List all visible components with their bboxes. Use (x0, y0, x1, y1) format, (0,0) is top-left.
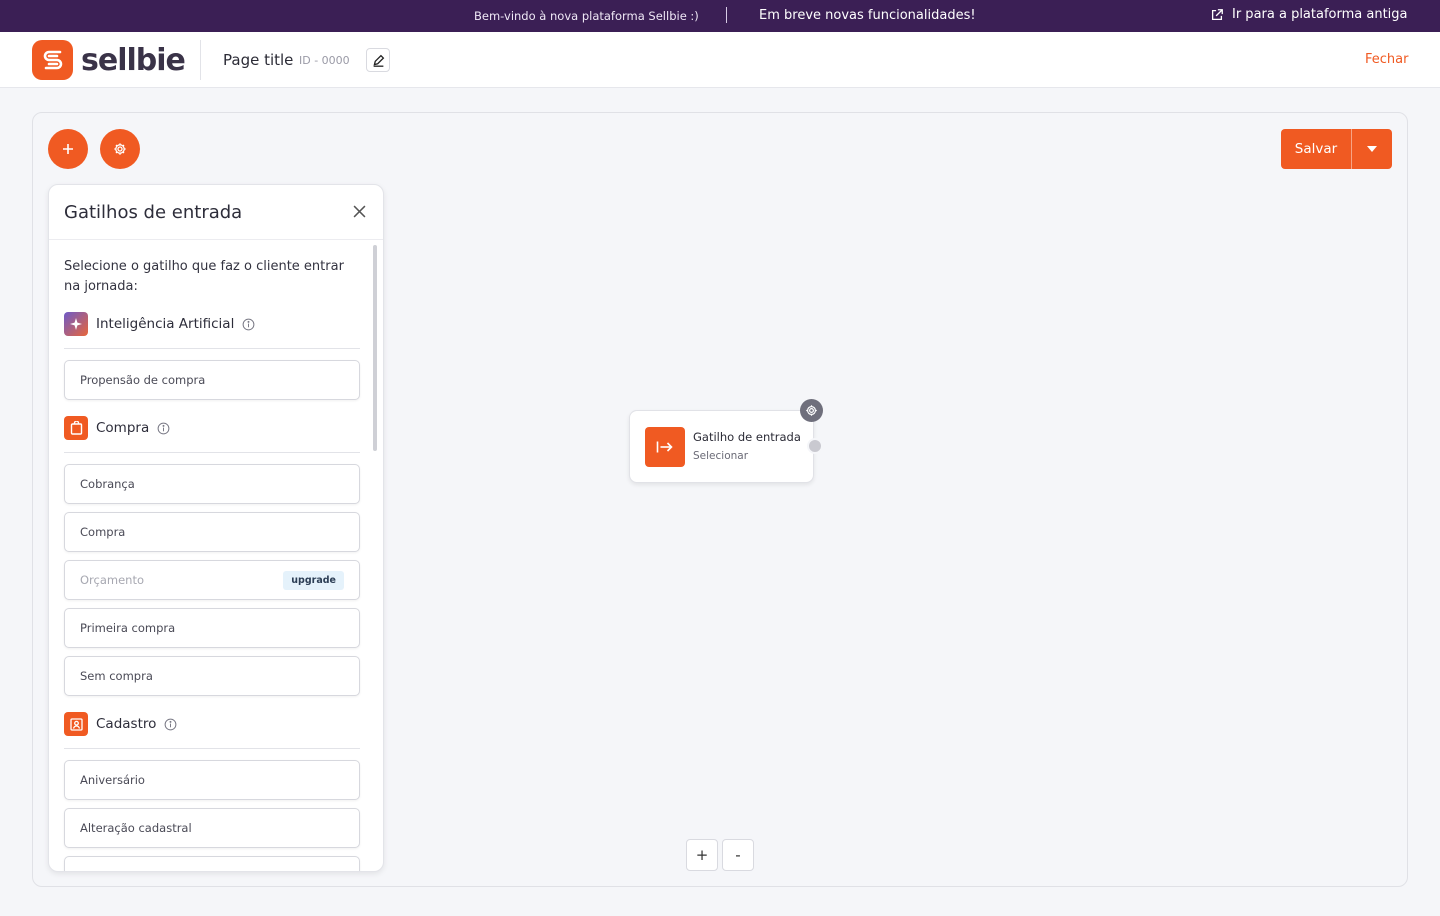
close-icon (353, 205, 365, 217)
section-divider (64, 452, 360, 453)
trigger-option-sem-compra[interactable]: Sem compra (64, 656, 360, 696)
section-label: Compra (96, 420, 150, 436)
section-label: Inteligência Artificial (96, 316, 235, 332)
section-label: Cadastro (96, 716, 157, 732)
page-title: Page title (223, 51, 294, 69)
section-divider (64, 348, 360, 349)
trigger-option-alteracao-cadastral[interactable]: Alteração cadastral (64, 808, 360, 848)
node-title: Gatilho de entrada (693, 430, 801, 444)
panel-scrollbar[interactable] (373, 245, 377, 451)
zoom-out-button[interactable]: - (722, 839, 754, 871)
app-header: sellbie Page title ID - 0000 Fechar (0, 32, 1440, 88)
old-platform-label: Ir para a plataforma antiga (1232, 7, 1408, 22)
option-label: Orçamento (80, 573, 145, 587)
pencil-icon (373, 54, 384, 67)
section-divider (64, 748, 360, 749)
logo-wordmark: sellbie (81, 42, 186, 78)
sparkle-icon (64, 312, 88, 336)
sellbie-logo[interactable]: sellbie (32, 40, 186, 80)
section-compra: Compra (64, 416, 360, 440)
entry-arrow-icon (645, 427, 685, 467)
caret-down-icon (1367, 146, 1377, 152)
external-link-icon (1211, 8, 1223, 20)
trigger-option-orcamento[interactable]: Orçamento upgrade (64, 560, 360, 600)
contact-card-icon (64, 712, 88, 736)
close-link[interactable]: Fechar (1365, 52, 1408, 67)
panel-title: Gatilhos de entrada (64, 202, 243, 223)
section-cadastro: Cadastro (64, 712, 360, 736)
edit-title-button[interactable] (366, 48, 390, 72)
announcement-banner: Bem-vindo à nova plataforma Sellbie :) E… (0, 0, 1440, 32)
panel-divider (49, 239, 383, 240)
info-icon[interactable] (242, 318, 255, 331)
banner-divider (726, 7, 727, 23)
add-node-button[interactable] (48, 129, 88, 169)
trigger-option-cobranca[interactable]: Cobrança (64, 464, 360, 504)
panel-close-button[interactable] (349, 201, 369, 221)
save-options-toggle[interactable] (1351, 129, 1392, 169)
info-icon[interactable] (157, 422, 170, 435)
node-output-port[interactable] (807, 438, 823, 454)
zoom-in-button[interactable]: + (686, 839, 718, 871)
trigger-option-primeira-compra[interactable]: Primeira compra (64, 608, 360, 648)
entry-trigger-node[interactable]: Gatilho de entrada Selecionar (629, 410, 814, 483)
welcome-message: Bem-vindo à nova plataforma Sellbie :) (474, 9, 699, 23)
trigger-option-compra[interactable]: Compra (64, 512, 360, 552)
settings-button[interactable] (100, 129, 140, 169)
plus-icon (63, 144, 73, 154)
save-button-group: Salvar (1281, 129, 1392, 169)
old-platform-link[interactable]: Ir para a plataforma antiga (1210, 7, 1408, 22)
panel-instructions: Selecione o gatilho que faz o cliente en… (64, 259, 344, 294)
upgrade-badge: upgrade (283, 571, 344, 590)
section-artificial-intelligence: Inteligência Artificial (64, 312, 360, 336)
header-divider (200, 40, 201, 80)
flow-canvas[interactable]: Salvar Gatilhos de entrada Selecione o g… (32, 112, 1408, 887)
info-icon[interactable] (164, 718, 177, 731)
sellbie-logo-mark (32, 40, 73, 80)
trigger-option-aniversario[interactable]: Aniversário (64, 760, 360, 800)
entry-triggers-panel: Gatilhos de entrada Selecione o gatilho … (48, 184, 384, 872)
shopping-bag-icon (64, 416, 88, 440)
node-subtitle: Selecionar (693, 450, 749, 462)
coming-soon-message: Em breve novas funcionalidades! (759, 8, 976, 23)
save-button[interactable]: Salvar (1281, 129, 1351, 169)
gear-icon (806, 405, 817, 416)
trigger-option-propensao-de-compra[interactable]: Propensão de compra (64, 360, 360, 400)
page-id: ID - 0000 (299, 54, 350, 67)
gear-icon (114, 143, 126, 155)
trigger-option-partial[interactable] (64, 856, 360, 871)
node-settings-button[interactable] (800, 399, 823, 422)
